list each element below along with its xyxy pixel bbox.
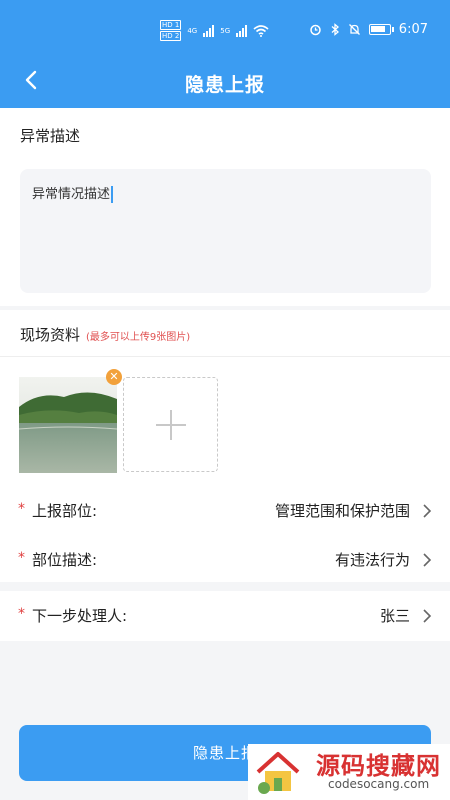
chevron-right-icon bbox=[423, 553, 432, 567]
field-value-location-desc: 有违法行为 bbox=[334, 551, 410, 569]
page-title: 隐患上报 bbox=[184, 74, 265, 96]
watermark-house-logo bbox=[256, 752, 300, 794]
wifi-icon bbox=[253, 24, 269, 37]
text-caret bbox=[111, 186, 114, 203]
battery-icon bbox=[368, 24, 394, 35]
required-mark: * bbox=[18, 501, 25, 517]
field-row-handler[interactable]: * 下一步处理人: 张三 bbox=[0, 594, 450, 638]
watermark: 源码搜藏网 codesocang.com bbox=[248, 744, 450, 800]
field-value-handler: 张三 bbox=[379, 607, 410, 625]
app-header: HD 1 HD 2 4G 5G 6:07 隐患上报 bbox=[0, 0, 450, 108]
field-label-location: 上报部位: bbox=[32, 502, 98, 520]
sim-indicators: HD 1 HD 2 bbox=[160, 20, 182, 41]
alarm-icon bbox=[310, 24, 321, 36]
status-right: 6:07 bbox=[309, 22, 428, 37]
network-type: 4G bbox=[187, 26, 198, 35]
media-label: 现场资料 (最多可以上传9张图片) bbox=[20, 324, 190, 345]
sim2-icon: HD 2 bbox=[160, 31, 182, 41]
add-photo-button[interactable] bbox=[123, 377, 218, 472]
field-label-location-desc: 部位描述: bbox=[32, 551, 98, 569]
status-time: 6:07 bbox=[398, 22, 428, 37]
description-placeholder-text: 异常情况描述 bbox=[32, 187, 111, 202]
field-row-location[interactable]: * 上报部位: 管理范围和保护范围 bbox=[0, 489, 450, 533]
field-value-location: 管理范围和保护范围 bbox=[274, 502, 410, 520]
bluetooth-icon bbox=[331, 23, 339, 36]
status-bar: HD 1 HD 2 4G 5G 6:07 bbox=[0, 18, 450, 48]
remove-photo-icon[interactable]: ✕ bbox=[106, 369, 122, 385]
media-label-text: 现场资料 bbox=[20, 326, 81, 344]
uploaded-photo-thumbnail[interactable] bbox=[19, 377, 117, 473]
field-row-location-desc[interactable]: * 部位描述: 有违法行为 bbox=[0, 538, 450, 582]
mute-icon bbox=[348, 24, 360, 35]
signal-icon bbox=[203, 24, 215, 37]
network-type-2: 5G bbox=[220, 26, 231, 35]
signal-icon-2 bbox=[236, 24, 248, 37]
description-placeholder: 异常情况描述 bbox=[32, 183, 114, 203]
chevron-right-icon bbox=[423, 504, 432, 518]
media-hint: (最多可以上传9张图片) bbox=[86, 332, 191, 343]
description-label: 异常描述 bbox=[20, 127, 81, 145]
required-mark: * bbox=[18, 606, 25, 622]
status-left: HD 1 HD 2 4G 5G bbox=[160, 20, 269, 41]
location-fields-panel: * 上报部位: 管理范围和保护范围 * 部位描述: 有违法行为 bbox=[0, 485, 450, 582]
media-divider bbox=[0, 356, 450, 357]
watermark-text: 源码搜藏网 bbox=[316, 752, 441, 780]
chevron-right-icon bbox=[423, 609, 432, 623]
handler-panel: * 下一步处理人: 张三 bbox=[0, 591, 450, 641]
field-label-handler: 下一步处理人: bbox=[32, 607, 128, 625]
required-mark: * bbox=[18, 550, 25, 566]
description-textarea[interactable]: 异常情况描述 bbox=[20, 169, 431, 293]
sim1-icon: HD 1 bbox=[160, 20, 182, 30]
watermark-url: codesocang.com bbox=[328, 777, 430, 791]
